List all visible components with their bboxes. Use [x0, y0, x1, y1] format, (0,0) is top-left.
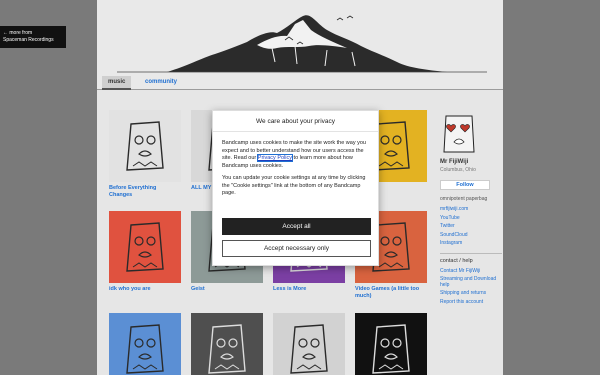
label-name: Spaceman Recordings: [3, 36, 54, 43]
link-twitter[interactable]: Twitter: [440, 222, 502, 231]
cookie-paragraph-1: Bandcamp uses cookies to make the site w…: [222, 140, 369, 170]
album-item[interactable]: idk who you are: [109, 211, 181, 293]
artist-location: Columbus, Ohio: [440, 167, 476, 173]
artist-description: omnipotent paperbag: [440, 196, 488, 202]
tab-music[interactable]: music: [102, 76, 132, 90]
album-cover[interactable]: [109, 313, 181, 375]
accept-all-button[interactable]: Accept all: [222, 218, 371, 235]
mountain-illustration: [117, 15, 487, 73]
album-item[interactable]: [109, 313, 181, 375]
artist-name: Mr FijiWiji: [440, 159, 469, 165]
accept-necessary-button[interactable]: Accept necessary only: [222, 240, 371, 257]
album-item[interactable]: [355, 313, 427, 375]
album-title[interactable]: Less is More: [273, 286, 345, 293]
back-arrow-icon: ←: [3, 30, 8, 36]
privacy-policy-link[interactable]: Privacy Policy: [256, 154, 294, 162]
cookie-dialog-title: We care about your privacy: [213, 111, 378, 132]
album-title[interactable]: idk who you are: [109, 286, 181, 293]
album-title[interactable]: Before Everything Changes: [109, 185, 181, 198]
cookie-paragraph-2: You can update your cookie settings at a…: [222, 175, 366, 196]
follow-button[interactable]: Follow: [440, 180, 490, 190]
link-soundcloud[interactable]: SoundCloud: [440, 231, 502, 240]
more-from-text: more from: [9, 30, 33, 36]
link-youtube[interactable]: YouTube: [440, 214, 502, 223]
cookie-consent-dialog: We care about your privacy Bandcamp uses…: [212, 110, 379, 266]
album-item[interactable]: [191, 313, 263, 375]
paperbag-face-icon: [443, 115, 475, 153]
nav-bar: music community: [97, 74, 503, 90]
album-cover[interactable]: [355, 313, 427, 375]
artist-avatar[interactable]: [440, 112, 480, 156]
link-report-account[interactable]: Report this account: [440, 298, 502, 307]
link-contact-artist[interactable]: Contact Mr FijiWiji: [440, 267, 502, 276]
album-title[interactable]: Geist: [191, 286, 263, 293]
album-cover[interactable]: [109, 110, 181, 182]
link-instagram[interactable]: Instagram: [440, 239, 502, 248]
album-title[interactable]: Video Games (a little too much): [355, 286, 427, 299]
album-item[interactable]: Before Everything Changes: [109, 110, 181, 198]
link-streaming-help[interactable]: Streaming and Download help: [440, 276, 502, 288]
cookie-dialog-body: Bandcamp uses cookies to make the site w…: [213, 132, 378, 198]
contact-help-heading: contact / help: [440, 252, 502, 265]
artist-links: mrfijiwiji.com YouTube Twitter SoundClou…: [440, 205, 502, 248]
link-website[interactable]: mrfijiwiji.com: [440, 205, 502, 214]
artist-sidebar: Mr FijiWiji Columbus, Ohio Follow omnipo…: [440, 112, 502, 307]
link-shipping-returns[interactable]: Shipping and returns: [440, 290, 502, 296]
album-item[interactable]: [273, 313, 345, 375]
tab-community[interactable]: community: [139, 76, 183, 90]
more-from-label-button[interactable]: ← more from Spaceman Recordings: [0, 26, 66, 48]
album-cover[interactable]: [273, 313, 345, 375]
contact-links: Contact Mr FijiWiji Streaming and Downlo…: [440, 267, 502, 307]
album-cover[interactable]: [109, 211, 181, 283]
album-cover[interactable]: [191, 313, 263, 375]
